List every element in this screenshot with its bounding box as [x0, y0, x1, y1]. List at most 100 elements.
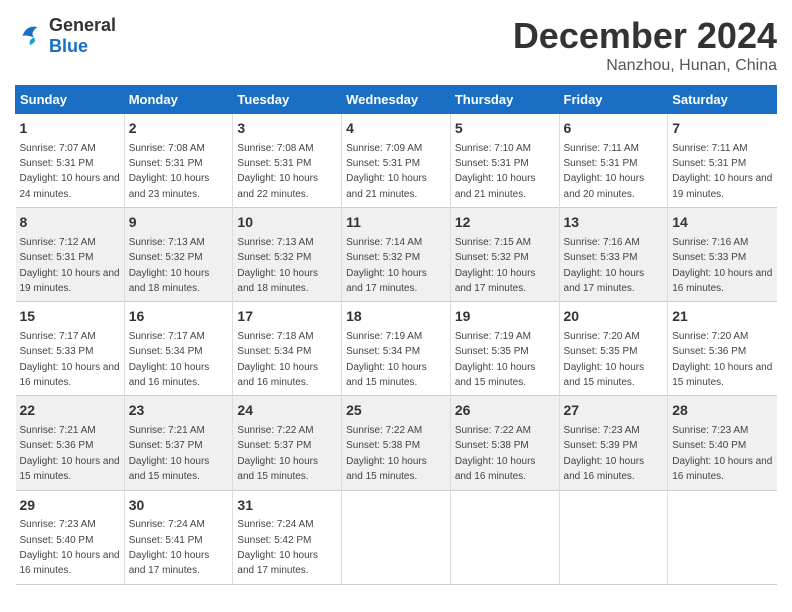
calendar-day-19: 19 Sunrise: 7:19 AMSunset: 5:35 PMDayligh… [450, 302, 559, 396]
day-info: Sunrise: 7:08 AMSunset: 5:31 PMDaylight:… [129, 143, 210, 200]
day-number: 10 [237, 213, 337, 233]
calendar-day-21: 21 Sunrise: 7:20 AMSunset: 5:36 PMDayligh… [668, 302, 777, 396]
day-number: 9 [129, 213, 229, 233]
day-number: 23 [129, 401, 229, 421]
day-info: Sunrise: 7:19 AMSunset: 5:34 PMDaylight:… [346, 331, 427, 388]
calendar-week-5: 29Sunrise: 7:23 AMSunset: 5:40 PMDayligh… [16, 490, 777, 584]
day-info: Sunrise: 7:11 AMSunset: 5:31 PMDaylight:… [564, 143, 645, 200]
calendar-day-14: 14Sunrise: 7:16 AMSunset: 5:33 PMDayligh… [668, 208, 777, 302]
logo-text: General Blue [49, 15, 116, 57]
day-info: Sunrise: 7:24 AMSunset: 5:42 PMDaylight:… [237, 519, 318, 576]
calendar-day-17: 17 Sunrise: 7:18 AMSunset: 5:34 PMDayligh… [233, 302, 342, 396]
calendar-day-18: 18 Sunrise: 7:19 AMSunset: 5:34 PMDayligh… [342, 302, 451, 396]
calendar-day-31: 31Sunrise: 7:24 AMSunset: 5:42 PMDayligh… [233, 490, 342, 584]
day-info: Sunrise: 7:23 AMSunset: 5:39 PMDaylight:… [564, 425, 645, 482]
day-header-friday: Friday [559, 86, 668, 114]
calendar-day-30: 30Sunrise: 7:24 AMSunset: 5:41 PMDayligh… [124, 490, 233, 584]
day-info: Sunrise: 7:12 AMSunset: 5:31 PMDaylight:… [20, 237, 120, 294]
calendar-day-28: 28 Sunrise: 7:23 AMSunset: 5:40 PMDayligh… [668, 396, 777, 490]
day-info: Sunrise: 7:23 AMSunset: 5:40 PMDaylight:… [20, 519, 120, 576]
calendar-day-27: 27 Sunrise: 7:23 AMSunset: 5:39 PMDayligh… [559, 396, 668, 490]
calendar-header-row: SundayMondayTuesdayWednesdayThursdayFrid… [16, 86, 777, 114]
calendar-day-2: 2 Sunrise: 7:08 AMSunset: 5:31 PMDaylight… [124, 114, 233, 208]
day-number: 4 [346, 119, 446, 139]
day-number: 18 [346, 307, 446, 327]
calendar-week-3: 15Sunrise: 7:17 AMSunset: 5:33 PMDayligh… [16, 302, 777, 396]
day-number: 25 [346, 401, 446, 421]
day-number: 27 [564, 401, 664, 421]
calendar-day-10: 10 Sunrise: 7:13 AMSunset: 5:32 PMDayligh… [233, 208, 342, 302]
calendar-day-20: 20 Sunrise: 7:20 AMSunset: 5:35 PMDayligh… [559, 302, 668, 396]
calendar-day-8: 8 Sunrise: 7:12 AMSunset: 5:31 PMDaylight… [16, 208, 125, 302]
day-info: Sunrise: 7:22 AMSunset: 5:38 PMDaylight:… [455, 425, 536, 482]
calendar-week-2: 8 Sunrise: 7:12 AMSunset: 5:31 PMDaylight… [16, 208, 777, 302]
calendar-week-4: 22Sunrise: 7:21 AMSunset: 5:36 PMDayligh… [16, 396, 777, 490]
day-header-sunday: Sunday [16, 86, 125, 114]
day-info: Sunrise: 7:16 AMSunset: 5:33 PMDaylight:… [672, 237, 772, 294]
day-info: Sunrise: 7:18 AMSunset: 5:34 PMDaylight:… [237, 331, 318, 388]
calendar-day-empty [450, 490, 559, 584]
calendar-day-6: 6 Sunrise: 7:11 AMSunset: 5:31 PMDaylight… [559, 114, 668, 208]
day-header-saturday: Saturday [668, 86, 777, 114]
day-info: Sunrise: 7:10 AMSunset: 5:31 PMDaylight:… [455, 143, 536, 200]
day-info: Sunrise: 7:23 AMSunset: 5:40 PMDaylight:… [672, 425, 772, 482]
day-header-wednesday: Wednesday [342, 86, 451, 114]
day-header-monday: Monday [124, 86, 233, 114]
day-number: 15 [20, 307, 120, 327]
day-info: Sunrise: 7:07 AMSunset: 5:31 PMDaylight:… [20, 143, 120, 200]
day-info: Sunrise: 7:22 AMSunset: 5:37 PMDaylight:… [237, 425, 318, 482]
calendar-day-13: 13Sunrise: 7:16 AMSunset: 5:33 PMDayligh… [559, 208, 668, 302]
calendar-day-5: 5 Sunrise: 7:10 AMSunset: 5:31 PMDaylight… [450, 114, 559, 208]
day-number: 28 [672, 401, 772, 421]
day-info: Sunrise: 7:15 AMSunset: 5:32 PMDaylight:… [455, 237, 536, 294]
day-number: 8 [20, 213, 120, 233]
location: Nanzhou, Hunan, China [513, 57, 777, 75]
day-info: Sunrise: 7:09 AMSunset: 5:31 PMDaylight:… [346, 143, 427, 200]
calendar-day-16: 16 Sunrise: 7:17 AMSunset: 5:34 PMDayligh… [124, 302, 233, 396]
day-info: Sunrise: 7:22 AMSunset: 5:38 PMDaylight:… [346, 425, 427, 482]
day-number: 7 [672, 119, 772, 139]
calendar-day-4: 4 Sunrise: 7:09 AMSunset: 5:31 PMDaylight… [342, 114, 451, 208]
day-number: 20 [564, 307, 664, 327]
day-number: 13 [564, 213, 664, 233]
day-info: Sunrise: 7:20 AMSunset: 5:35 PMDaylight:… [564, 331, 645, 388]
logo-icon [15, 21, 45, 51]
calendar-day-24: 24 Sunrise: 7:22 AMSunset: 5:37 PMDayligh… [233, 396, 342, 490]
day-info: Sunrise: 7:20 AMSunset: 5:36 PMDaylight:… [672, 331, 772, 388]
day-number: 24 [237, 401, 337, 421]
day-number: 21 [672, 307, 772, 327]
calendar-table: SundayMondayTuesdayWednesdayThursdayFrid… [15, 85, 777, 585]
logo: General Blue [15, 15, 116, 57]
day-info: Sunrise: 7:11 AMSunset: 5:31 PMDaylight:… [672, 143, 772, 200]
day-info: Sunrise: 7:24 AMSunset: 5:41 PMDaylight:… [129, 519, 210, 576]
day-number: 3 [237, 119, 337, 139]
day-info: Sunrise: 7:17 AMSunset: 5:34 PMDaylight:… [129, 331, 210, 388]
calendar-day-7: 7 Sunrise: 7:11 AMSunset: 5:31 PMDaylight… [668, 114, 777, 208]
calendar-day-12: 12 Sunrise: 7:15 AMSunset: 5:32 PMDayligh… [450, 208, 559, 302]
calendar-day-29: 29Sunrise: 7:23 AMSunset: 5:40 PMDayligh… [16, 490, 125, 584]
calendar-day-23: 23 Sunrise: 7:21 AMSunset: 5:37 PMDayligh… [124, 396, 233, 490]
calendar-day-11: 11Sunrise: 7:14 AMSunset: 5:32 PMDayligh… [342, 208, 451, 302]
day-number: 19 [455, 307, 555, 327]
day-number: 16 [129, 307, 229, 327]
day-info: Sunrise: 7:08 AMSunset: 5:31 PMDaylight:… [237, 143, 318, 200]
calendar-day-15: 15Sunrise: 7:17 AMSunset: 5:33 PMDayligh… [16, 302, 125, 396]
calendar-day-empty [342, 490, 451, 584]
day-number: 6 [564, 119, 664, 139]
day-number: 11 [346, 213, 446, 233]
calendar-week-1: 1 Sunrise: 7:07 AMSunset: 5:31 PMDaylight… [16, 114, 777, 208]
calendar-day-3: 3 Sunrise: 7:08 AMSunset: 5:31 PMDaylight… [233, 114, 342, 208]
day-header-tuesday: Tuesday [233, 86, 342, 114]
day-number: 26 [455, 401, 555, 421]
day-info: Sunrise: 7:13 AMSunset: 5:32 PMDaylight:… [129, 237, 210, 294]
day-number: 17 [237, 307, 337, 327]
day-number: 1 [20, 119, 120, 139]
day-number: 12 [455, 213, 555, 233]
day-info: Sunrise: 7:19 AMSunset: 5:35 PMDaylight:… [455, 331, 536, 388]
day-info: Sunrise: 7:21 AMSunset: 5:37 PMDaylight:… [129, 425, 210, 482]
day-number: 5 [455, 119, 555, 139]
day-number: 2 [129, 119, 229, 139]
day-info: Sunrise: 7:13 AMSunset: 5:32 PMDaylight:… [237, 237, 318, 294]
calendar-day-26: 26 Sunrise: 7:22 AMSunset: 5:38 PMDayligh… [450, 396, 559, 490]
calendar-day-empty [668, 490, 777, 584]
